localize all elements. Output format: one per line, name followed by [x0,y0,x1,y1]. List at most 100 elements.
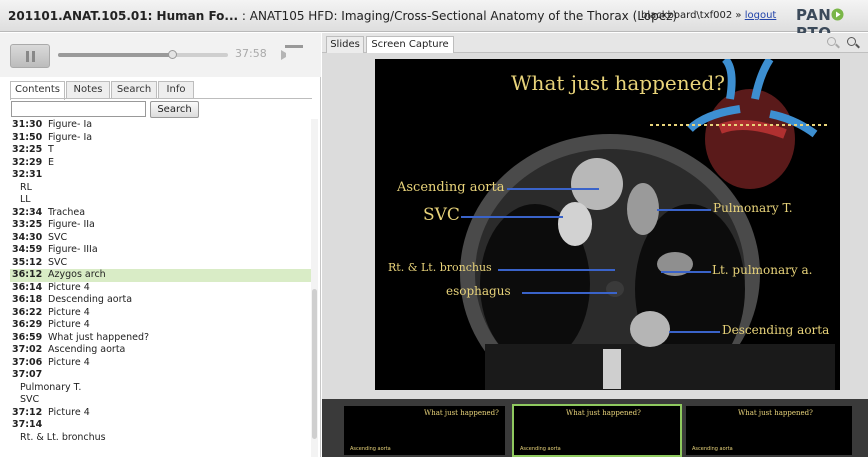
pointer-svc [461,216,563,218]
contents-scrollbar[interactable] [311,119,318,457]
thumbnail-1[interactable]: What just happened? Ascending aorta [342,404,507,457]
volume-icon[interactable] [279,47,299,63]
course-name: : ANAT105 HFD: Imaging/Cross-Sectional A… [238,9,678,23]
thumbnail-3[interactable]: What just happened? Ascending aorta [684,404,854,457]
list-item[interactable]: 36:29 Picture 4 [10,319,311,332]
list-item-title: Figure- IIIa [48,244,98,255]
zoom-in-icon[interactable] [846,36,860,50]
thumbnail-2[interactable]: What just happened? Ascending aorta [512,404,682,457]
tab-screen-capture[interactable]: Screen Capture [366,36,454,53]
slide-heading: What just happened? [511,71,725,95]
list-item-subline: RL [20,181,32,193]
username: blackboard\txf002 » [641,10,745,21]
zoom-out-icon[interactable] [826,36,840,50]
list-item[interactable]: 36:22 Picture 4 [10,307,311,320]
list-item[interactable]: 32:31 RL LL [10,169,311,207]
list-item-time: 37:14 [12,419,43,430]
list-item-title: Figure- IIa [48,219,95,230]
list-item-time: 36:29 [12,319,43,330]
logo-play-icon [831,8,844,21]
list-item-time: 32:34 [12,206,43,218]
thumbnail-strip: What just happened? Ascending aorta What… [322,399,868,457]
list-item[interactable]: 36:18 Descending aorta [10,294,311,307]
list-item[interactable]: 31:50 Figure- Ia [10,132,311,145]
tab-notes[interactable]: Notes [66,81,110,99]
list-item-time: 36:22 [12,306,43,318]
list-item-title: Picture 4 [48,319,90,330]
tab-search[interactable]: Search [111,81,157,99]
list-item[interactable]: 37:07 Pulmonary T. SVC [10,369,311,407]
list-item-title: Azygos arch [48,269,106,280]
list-item-time: 37:12 [12,406,43,418]
list-item-title: Descending aorta [48,294,133,305]
list-item-title: SVC [48,231,68,243]
list-item-time: 36:18 [12,294,43,305]
list-item-title: SVC [48,256,68,268]
list-item-time: 32:25 [12,144,43,155]
list-item[interactable]: 32:34 Trachea [10,207,311,220]
thumbnail-label: Ascending aorta [692,446,733,452]
list-item[interactable]: 37:02 Ascending aorta [10,344,311,357]
thumbnail-label: Ascending aorta [520,446,561,452]
label-pulmonary-t: Pulmonary T. [713,201,793,215]
list-item-time: 36:12 [12,269,43,280]
list-item-title: Ascending aorta [48,344,126,355]
search-button[interactable]: Search [150,101,199,118]
user-info: blackboard\txf002 » logout [641,10,776,21]
thumbnail-title: What just happened? [424,409,499,417]
list-item-time: 37:06 [12,356,43,368]
scrollbar-thumb[interactable] [312,289,317,439]
list-item-time: 34:59 [12,244,43,255]
label-esophagus: esophagus [446,284,511,298]
list-item[interactable]: 37:06 Picture 4 [10,357,311,370]
list-item[interactable]: 31:30 Figure- Ia [10,119,311,132]
list-item[interactable]: 32:29 E [10,157,311,170]
list-item-time: 36:14 [12,281,43,293]
list-item[interactable]: 35:12 SVC [10,257,311,270]
search-input[interactable] [11,101,146,117]
list-item[interactable]: 32:25 T [10,144,311,157]
thumbnail-title: What just happened? [566,409,641,417]
list-item-title: Picture 4 [48,406,90,418]
list-item-subline: Rt. & Lt. bronchus [20,431,106,443]
list-item-subline: Pulmonary T. [20,381,82,393]
list-item-time: 36:59 [12,331,43,343]
thumbnail-label: Ascending aorta [350,446,391,452]
label-bronchus: Rt. & Lt. bronchus [388,261,492,274]
slide-view: What just happened? Ascending aorta SVC … [375,59,840,390]
thumbnail-title: What just happened? [738,409,813,417]
pointer-lt-pulmonary [661,271,711,273]
pointer-descending-aorta [669,331,720,333]
logout-link[interactable]: logout [745,10,777,21]
label-svc: SVC [423,205,460,225]
list-item-title: Trachea [48,206,86,218]
list-item[interactable]: 37:12 Picture 4 [10,407,311,420]
list-item-time: 35:12 [12,256,43,268]
list-item[interactable]: 33:25 Figure- IIa [10,219,311,232]
contents-list: 31:30 Figure- Ia 31:50 Figure- Ia 32:25 T 32:2… [10,119,311,457]
list-item[interactable]: 34:30 SVC [10,232,311,245]
list-item[interactable]: 37:14 Rt. & Lt. bronchus [10,419,311,444]
list-item[interactable]: 36:12 Azygos arch [10,269,311,282]
list-item-title: Figure- Ia [48,119,93,130]
list-item[interactable]: 36:14 Picture 4 [10,282,311,295]
seek-handle[interactable] [167,50,177,59]
pointer-esophagus [522,292,617,294]
tab-slides[interactable]: Slides [326,36,364,53]
right-panel: Slides Screen Capture What just happened… [322,33,868,457]
label-descending-aorta: Descending aorta [722,323,830,337]
list-item[interactable]: 36:59 What just happened? [10,332,311,345]
left-panel: 37:58 Contents Notes Search Info Search … [0,33,321,457]
seek-progress [58,53,172,57]
list-item-time: 32:31 [12,169,43,180]
list-item[interactable]: 34:59 Figure- IIIa [10,244,311,257]
pause-button[interactable] [10,44,50,68]
top-bar: 201101.ANAT.105.01: Human Fo... : ANAT10… [0,0,868,42]
list-item-subline: SVC [20,394,40,405]
pointer-pulmonary-t [657,209,711,211]
list-item-time: 37:07 [12,369,43,380]
seek-bar[interactable] [58,50,228,59]
tab-info[interactable]: Info [158,81,194,99]
label-lt-pulmonary: Lt. pulmonary a. [712,263,813,277]
list-item-title: What just happened? [48,331,150,343]
